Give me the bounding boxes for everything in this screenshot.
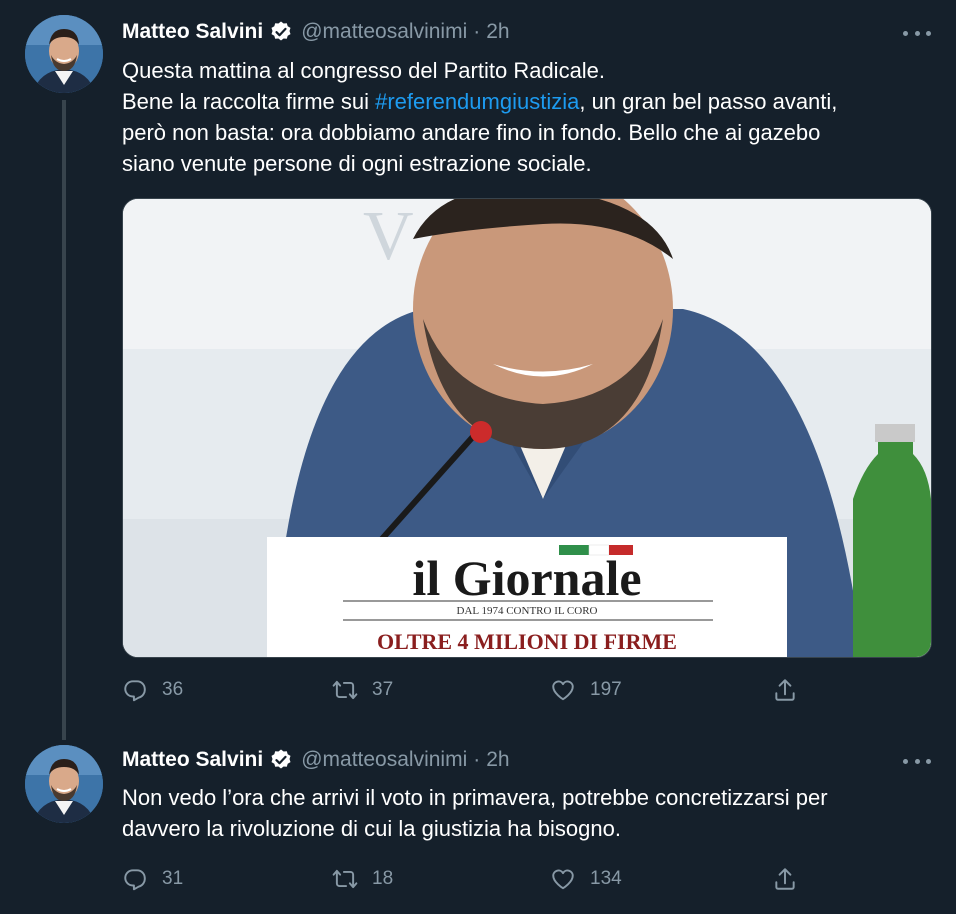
tweet[interactable]: Matteo Salvini @matteosalvinimi · 2h Que…: [0, 0, 956, 740]
reply-icon: [124, 680, 146, 702]
retweet-count: 37: [372, 679, 394, 700]
tweet[interactable]: Matteo Salvini @matteosalvinimi · 2h Non…: [0, 735, 956, 914]
timestamp[interactable]: 2h: [486, 20, 509, 44]
retweet-icon: [332, 680, 358, 700]
like-button[interactable]: 197: [550, 675, 622, 705]
tweet-line: siano venute persone di ogni estrazione …: [122, 151, 592, 176]
author-name[interactable]: Matteo Salvini: [122, 748, 263, 772]
author-name[interactable]: Matteo Salvini: [122, 20, 263, 44]
more-icon[interactable]: [903, 23, 931, 43]
tweet-line: però non basta: ora dobbiamo andare fino…: [122, 120, 821, 145]
reply-count: 36: [162, 679, 184, 700]
separator-dot: ·: [473, 20, 481, 43]
newspaper-headline: OLTRE 4 MILIONI DI FIRME: [377, 629, 677, 654]
avatar[interactable]: [25, 15, 103, 93]
tweet-text: Questa mattina al congresso del Partito …: [122, 55, 922, 179]
separator-dot: ·: [473, 748, 481, 771]
share-icon: [775, 679, 795, 701]
share-icon: [775, 868, 795, 890]
retweet-button[interactable]: 18: [332, 864, 393, 894]
tweet-line: davvero la rivoluzione di cui la giustiz…: [122, 816, 621, 841]
tweet-photo[interactable]: V mina, 1 il Giornale: [122, 198, 932, 658]
newspaper-tagline: DAL 1974 CONTRO IL CORO: [457, 605, 598, 617]
thread-line: [62, 100, 66, 740]
tweet-line: Questa mattina al congresso del Partito …: [122, 58, 606, 83]
reply-count: 31: [162, 868, 184, 889]
avatar[interactable]: [25, 745, 103, 823]
author-handle[interactable]: @matteosalvinimi: [301, 20, 467, 44]
timestamp[interactable]: 2h: [486, 748, 509, 772]
share-button[interactable]: [772, 675, 812, 705]
tweet-actions: 36 37 197: [122, 675, 822, 705]
reply-button[interactable]: 31: [122, 864, 183, 894]
like-button[interactable]: 134: [550, 864, 622, 894]
retweet-count: 18: [372, 868, 394, 889]
verified-badge-icon: [269, 748, 293, 772]
tweet-header: Matteo Salvini @matteosalvinimi · 2h: [122, 745, 510, 775]
like-count: 134: [590, 868, 622, 889]
reply-button[interactable]: 36: [122, 675, 183, 705]
more-icon[interactable]: [903, 751, 931, 771]
verified-badge-icon: [269, 20, 293, 44]
tweet-header: Matteo Salvini @matteosalvinimi · 2h: [122, 17, 510, 47]
retweet-icon: [332, 869, 358, 889]
tweet-text: Non vedo l’ora che arrivi il voto in pri…: [122, 782, 922, 844]
heart-icon: [552, 869, 574, 890]
tweet-text-segment: Bene la raccolta firme sui: [122, 89, 376, 114]
heart-icon: [552, 680, 574, 701]
tweet-text-segment: , un gran bel passo avanti,: [579, 89, 838, 114]
newspaper-masthead: il Giornale: [412, 550, 641, 606]
hashtag-link[interactable]: #referendumgiustizia: [375, 89, 579, 114]
tweet-actions: 31 18 134: [122, 864, 822, 894]
like-count: 197: [590, 679, 622, 700]
reply-icon: [124, 869, 146, 891]
author-handle[interactable]: @matteosalvinimi: [301, 748, 467, 772]
tweet-line: Bene la raccolta firme sui #referendumgi…: [122, 86, 922, 117]
share-button[interactable]: [772, 864, 812, 894]
retweet-button[interactable]: 37: [332, 675, 393, 705]
tweet-line: Non vedo l’ora che arrivi il voto in pri…: [122, 785, 828, 810]
